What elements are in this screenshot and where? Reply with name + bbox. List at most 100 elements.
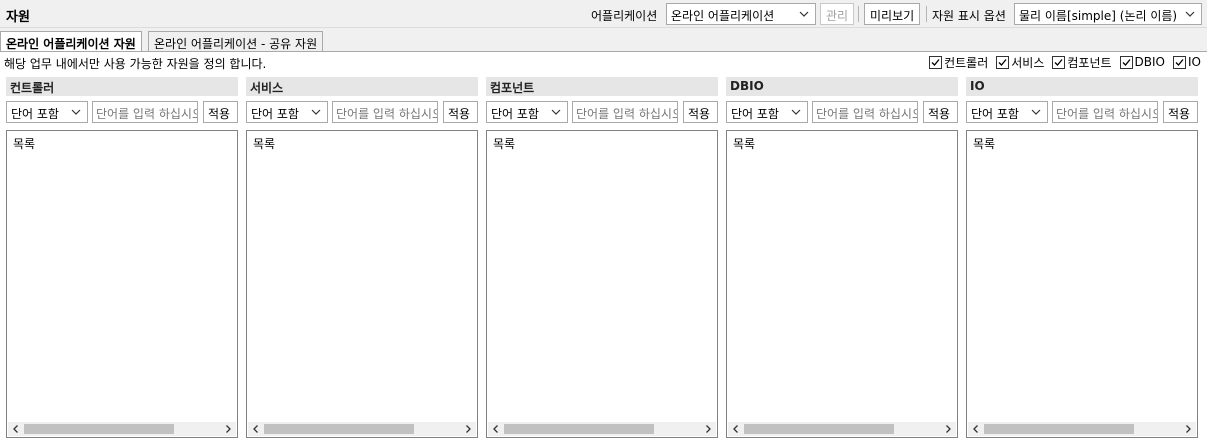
apply-button[interactable]: 적용 [923,101,958,123]
chevron-right-icon[interactable] [463,424,473,434]
horizontal-scrollbar[interactable] [248,422,476,436]
page-title: 자원 [6,10,30,25]
header-bar: 자원 어플리케이션 온라인 어플리케이션 관리 미리보기 자원 표시 옵션 물리… [0,0,1207,28]
list-label: 목록 [733,137,756,151]
tab-bar: 온라인 어플리케이션 자원 온라인 어플리케이션 - 공유 자원 [0,31,1207,52]
panel-title: 컴포넌트 [486,77,718,96]
list-label: 목록 [973,137,996,151]
checkbox-checked-icon[interactable] [1052,55,1066,69]
toolbar-separator [926,6,927,22]
checkbox-checked-icon[interactable] [929,55,943,69]
filter-label: 서비스 [1011,55,1045,70]
list-label: 목록 [253,137,276,151]
chevron-left-icon[interactable] [11,424,21,434]
description-text: 해당 업무 내에서만 사용 가능한 자원을 정의 합니다. [4,57,267,71]
list-label: 목록 [493,137,516,151]
horizontal-scrollbar[interactable] [728,422,956,436]
panel-controller: 컨트롤러 단어 포함 단어를 입력 하십시오 적용 목록 [6,77,238,438]
horizontal-scrollbar[interactable] [488,422,716,436]
filter-controller[interactable]: 컨트롤러 [929,54,988,70]
checkbox-checked-icon[interactable] [996,55,1010,69]
chevron-right-icon[interactable] [223,424,233,434]
match-mode-select[interactable]: 단어 포함 [6,101,88,123]
resource-list[interactable]: 목록 [966,130,1198,438]
filter-label: IO [1188,55,1201,69]
panel-title: DBIO [726,77,958,96]
filter-component[interactable]: 컴포넌트 [1052,54,1112,70]
match-mode-select[interactable]: 단어 포함 [486,101,568,123]
apply-button[interactable]: 적용 [1163,101,1198,123]
manage-button[interactable]: 관리 [820,3,855,25]
horizontal-scrollbar[interactable] [8,422,236,436]
resource-list[interactable]: 목록 [726,130,958,438]
filter-dbio[interactable]: DBIO [1119,54,1166,70]
chevron-down-icon [799,11,809,17]
resource-list[interactable]: 목록 [246,130,478,438]
preview-button[interactable]: 미리보기 [864,3,921,25]
resource-list[interactable]: 목록 [6,130,238,438]
match-mode-value: 단어 포함 [251,107,299,121]
match-mode-select[interactable]: 단어 포함 [966,101,1048,123]
search-input[interactable]: 단어를 입력 하십시오 [572,101,678,123]
display-option-select[interactable]: 물리 이름[simple] (논리 이름) [1014,3,1202,25]
chevron-right-icon[interactable] [943,424,953,434]
tab-online-app-shared-resources[interactable]: 온라인 어플리케이션 - 공유 자원 [148,31,324,52]
content-area: 해당 업무 내에서만 사용 가능한 자원을 정의 합니다. 컨트롤러 서비스 컴… [0,52,1207,441]
tab-online-app-resources[interactable]: 온라인 어플리케이션 자원 [0,31,142,52]
match-mode-value: 단어 포함 [11,107,59,121]
panel-title: IO [966,77,1198,96]
apply-button[interactable]: 적용 [443,101,478,123]
filter-label: 컨트롤러 [944,55,989,70]
chevron-down-icon [71,109,81,115]
match-mode-value: 단어 포함 [731,107,779,121]
filter-io[interactable]: IO [1173,54,1201,70]
resource-list[interactable]: 목록 [486,130,718,438]
filter-label: DBIO [1134,55,1166,69]
scrollbar-thumb[interactable] [24,424,174,434]
display-option-select-value: 물리 이름[simple] (논리 이름) [1019,9,1178,23]
list-label: 목록 [13,137,36,151]
scrollbar-thumb[interactable] [264,424,414,434]
chevron-right-icon[interactable] [703,424,713,434]
search-input[interactable]: 단어를 입력 하십시오 [812,101,918,123]
search-input[interactable]: 단어를 입력 하십시오 [92,101,198,123]
apply-button[interactable]: 적용 [203,101,238,123]
panel-title: 컨트롤러 [6,77,238,96]
chevron-down-icon [1185,11,1195,17]
application-select[interactable]: 온라인 어플리케이션 [666,3,816,25]
match-mode-value: 단어 포함 [971,107,1019,121]
chevron-left-icon[interactable] [731,424,741,434]
panel-title: 서비스 [246,77,478,96]
filter-label: 컴포넌트 [1067,55,1112,70]
scrollbar-thumb[interactable] [504,424,654,434]
search-input[interactable]: 단어를 입력 하십시오 [1052,101,1158,123]
panel-service: 서비스 단어 포함 단어를 입력 하십시오 적용 목록 [246,77,478,438]
chevron-down-icon [551,109,561,115]
match-mode-select[interactable]: 단어 포함 [246,101,328,123]
application-label: 어플리케이션 [591,9,658,23]
match-mode-select[interactable]: 단어 포함 [726,101,808,123]
horizontal-scrollbar[interactable] [968,422,1196,436]
search-input[interactable]: 단어를 입력 하십시오 [332,101,438,123]
chevron-right-icon[interactable] [1183,424,1193,434]
chevron-down-icon [311,109,321,115]
toolbar-separator [858,6,859,22]
checkbox-checked-icon[interactable] [1119,55,1133,69]
apply-button[interactable]: 적용 [683,101,718,123]
chevron-down-icon [791,109,801,115]
display-option-label: 자원 표시 옵션 [932,9,1006,23]
resource-type-filters: 컨트롤러 서비스 컴포넌트 DBIO IO [929,54,1201,70]
chevron-left-icon[interactable] [971,424,981,434]
panel-dbio: DBIO 단어 포함 단어를 입력 하십시오 적용 목록 [726,77,958,438]
chevron-down-icon [1031,109,1041,115]
application-select-value: 온라인 어플리케이션 [671,9,775,23]
scrollbar-thumb[interactable] [744,424,894,434]
chevron-left-icon[interactable] [251,424,261,434]
chevron-left-icon[interactable] [491,424,501,434]
filter-service[interactable]: 서비스 [996,54,1044,70]
panel-component: 컴포넌트 단어 포함 단어를 입력 하십시오 적용 목록 [486,77,718,438]
panel-io: IO 단어 포함 단어를 입력 하십시오 적용 목록 [966,77,1198,438]
scrollbar-thumb[interactable] [984,424,1134,434]
checkbox-checked-icon[interactable] [1173,55,1187,69]
match-mode-value: 단어 포함 [491,107,539,121]
